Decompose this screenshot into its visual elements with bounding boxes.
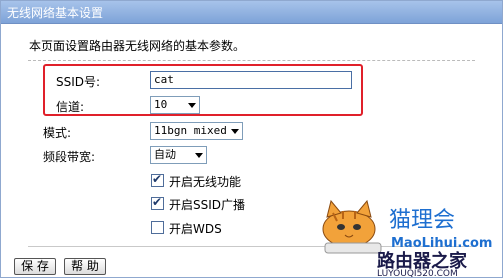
enable-ssid-broadcast-label: 开启SSID广播 [169, 198, 246, 212]
help-button[interactable]: 帮 助 [64, 258, 106, 275]
channel-value: 10 [154, 98, 168, 111]
enable-wds-checkbox[interactable] [151, 221, 164, 234]
chevron-down-icon [188, 103, 196, 108]
cat-mascot-icon: 猫理会 MaoLihui.com 路由器之家 LUYOUQI520.COM [322, 199, 492, 279]
watermark-logo: 猫理会 MaoLihui.com 路由器之家 LUYOUQI520.COM [311, 187, 501, 279]
enable-wireless-label: 开启无线功能 [169, 175, 242, 189]
checkmark-icon: ✔ [152, 195, 163, 209]
chevron-down-icon [195, 153, 203, 158]
bandwidth-label: 频段带宽: [43, 150, 96, 164]
chevron-down-icon [231, 129, 239, 134]
enable-wireless-checkbox[interactable]: ✔ [151, 172, 164, 187]
mode-value: 11bgn mixed [154, 124, 227, 137]
mode-label: 模式: [43, 126, 72, 140]
settings-panel: 无线网络基本设置 本页面设置路由器无线网络的基本参数。 SSID号: cat 信… [0, 0, 503, 279]
panel-title: 无线网络基本设置 [7, 6, 104, 20]
watermark-brand-cn: 猫理会 [389, 208, 455, 233]
bandwidth-select[interactable]: 自动 [150, 146, 207, 164]
divider-top [28, 60, 475, 61]
mode-select[interactable]: 11bgn mixed [150, 122, 243, 140]
channel-label: 信道: [56, 100, 85, 114]
checkmark-icon: ✔ [152, 172, 163, 186]
ssid-label: SSID号: [56, 75, 101, 89]
enable-wds-label: 开启WDS [169, 222, 222, 236]
watermark-brand-url: MaoLihui.com [391, 236, 492, 251]
intro-text: 本页面设置路由器无线网络的基本参数。 [29, 39, 246, 53]
channel-select[interactable]: 10 [150, 96, 200, 114]
panel-titlebar: 无线网络基本设置 [1, 1, 502, 24]
watermark-brand2-url: LUYOUQI520.COM [377, 269, 458, 277]
enable-ssid-broadcast-checkbox[interactable]: ✔ [151, 195, 164, 210]
bandwidth-value: 自动 [154, 148, 176, 161]
ssid-input[interactable]: cat [150, 71, 352, 89]
save-button[interactable]: 保 存 [14, 258, 56, 275]
